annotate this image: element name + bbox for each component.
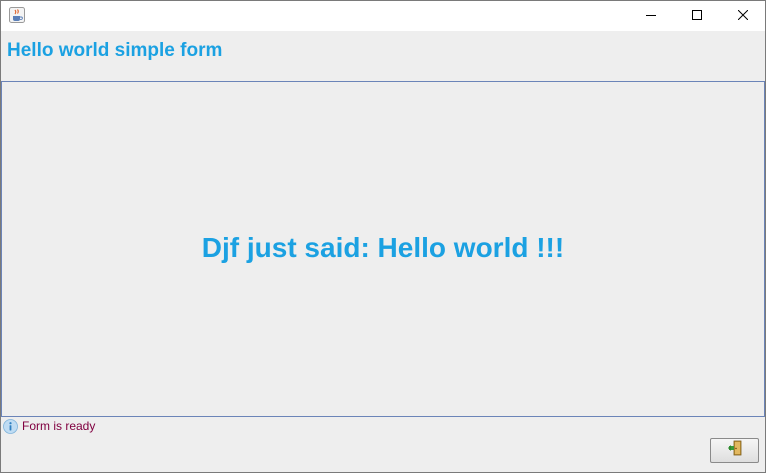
status-text: Form is ready <box>22 419 96 433</box>
maximize-button[interactable] <box>674 1 720 31</box>
hello-message: Djf just said: Hello world !!! <box>201 232 565 263</box>
info-icon <box>3 418 18 434</box>
close-button[interactable] <box>720 1 765 31</box>
content-panel: Djf just said: Hello world !!! <box>1 81 765 417</box>
status-bar: Form is ready <box>3 418 95 434</box>
maximize-icon <box>692 7 702 25</box>
exit-button[interactable] <box>710 438 759 463</box>
form-header: Hello world simple form <box>1 31 765 81</box>
close-icon <box>737 7 749 25</box>
minimize-icon <box>646 7 656 25</box>
form-title: Hello world simple form <box>7 40 223 61</box>
minimize-button[interactable] <box>628 1 674 31</box>
java-cup-icon[interactable] <box>9 7 25 23</box>
app-window: Hello world simple form Djf just said: H… <box>0 0 766 473</box>
title-bar[interactable] <box>1 1 765 31</box>
exit-door-icon <box>727 440 743 461</box>
